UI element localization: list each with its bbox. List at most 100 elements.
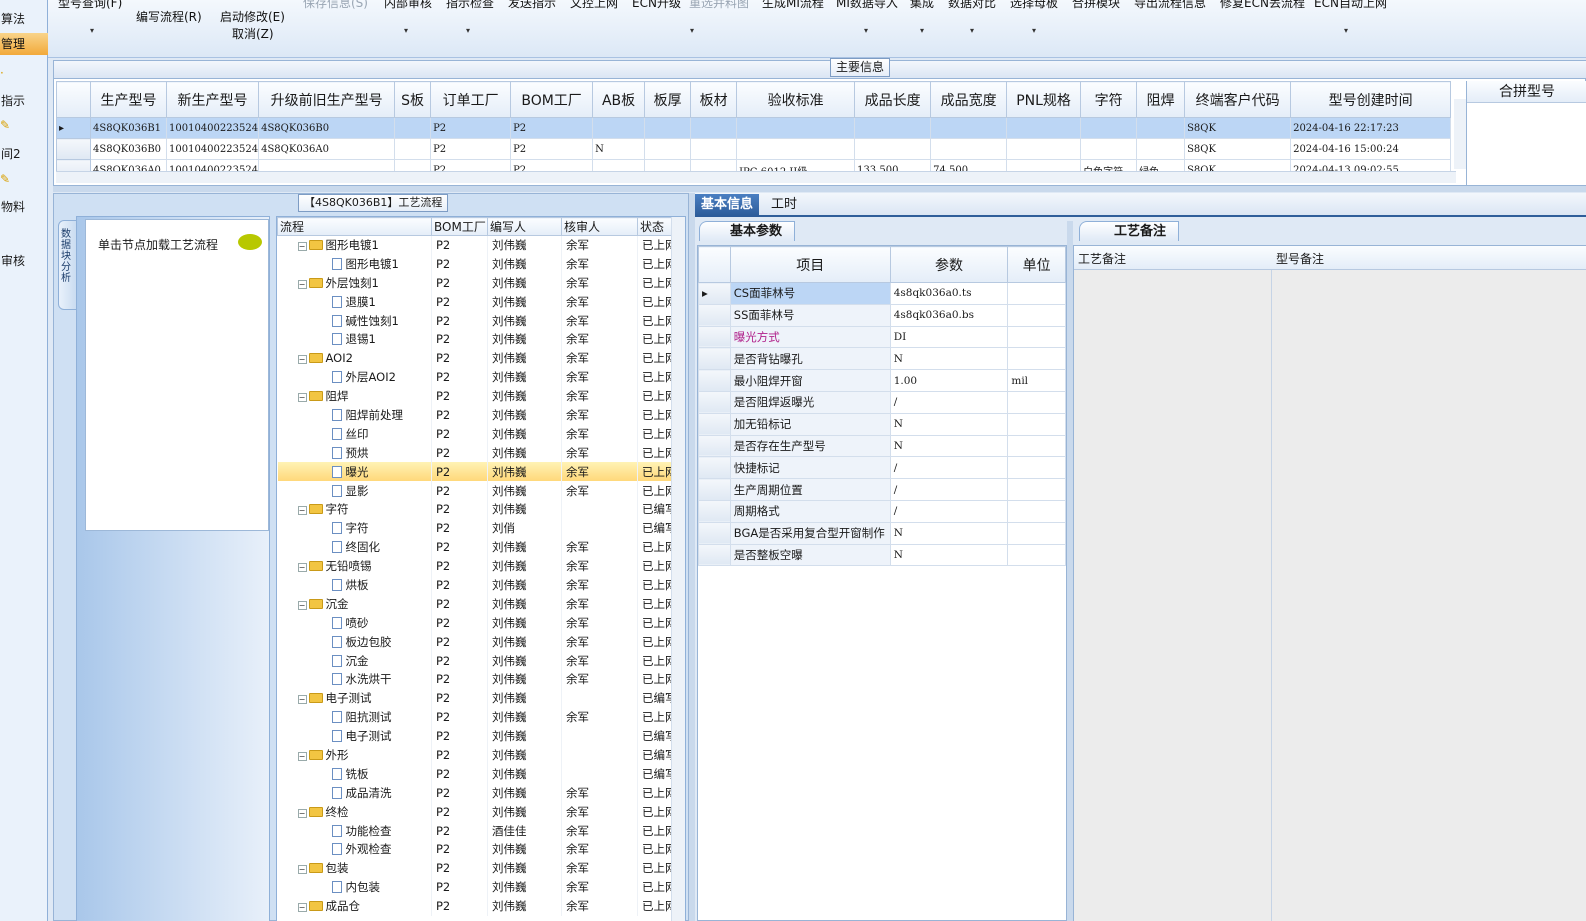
cell-bom[interactable]: P2	[431, 329, 488, 349]
save-info-button[interactable]: 保存信息(S)	[303, 0, 368, 11]
nav-item-review[interactable]: 审核	[0, 252, 48, 269]
cell-reviewer[interactable]: 余军	[561, 462, 638, 482]
dropdown-arrow-icon[interactable]: ▾	[90, 26, 94, 35]
tree-row[interactable]: 丝印 P2 刘伟巍 余军 已上网	[277, 424, 678, 444]
tree-row[interactable]: − AOI2 P2 刘伟巍 余军 已上网	[277, 348, 678, 368]
dropdown-arrow-icon[interactable]: ▾	[970, 26, 974, 35]
tree-row[interactable]: 成品清洗 P2 刘伟巍 余军 已上网	[277, 783, 678, 803]
tree-node[interactable]: 阻焊前处理	[277, 405, 432, 425]
tree-node[interactable]: − 沉金	[277, 594, 432, 614]
cell-writer[interactable]: 刘伟巍	[487, 348, 562, 368]
column-header[interactable]: 字符	[1080, 81, 1138, 118]
tree-node[interactable]: 显影	[277, 481, 432, 500]
tree-row[interactable]: 图形电镀1 P2 刘伟巍 余军 已上网	[277, 254, 678, 274]
node-load-box[interactable]: 单击节点加载工艺流程	[85, 219, 269, 531]
nav-item-time2[interactable]: 间2	[0, 145, 48, 162]
tree-row[interactable]: − 无铅喷锡 P2 刘伟巍 余军 已上网	[277, 556, 678, 576]
cell-writer[interactable]: 刘伟巍	[487, 651, 562, 670]
cell[interactable]: 10010400223524	[165, 138, 260, 160]
expand-toggle-icon[interactable]: −	[297, 903, 307, 913]
cell-writer[interactable]: 刘伟巍	[487, 254, 562, 274]
cell[interactable]: 4S8QK036B0	[90, 138, 167, 160]
column-header[interactable]: 板材	[690, 81, 738, 118]
tree-scrollbar[interactable]	[671, 217, 685, 921]
cell-bom[interactable]: P2	[431, 802, 488, 822]
cell-writer[interactable]: 刘伟巍	[487, 537, 562, 557]
nav-item-algorithm[interactable]: 算法	[0, 10, 48, 27]
cell-writer[interactable]: 刘伟巍	[487, 745, 562, 765]
cell-bom[interactable]: P2	[431, 481, 488, 500]
cell[interactable]: 4S8QK036B1	[90, 117, 167, 139]
cell[interactable]: N	[592, 138, 646, 160]
cell-reviewer[interactable]: 余军	[561, 424, 638, 444]
cell[interactable]	[736, 117, 856, 139]
cell-writer[interactable]: 刘伟巍	[487, 329, 562, 349]
tree-row[interactable]: − 沉金 P2 刘伟巍 余军 已上网	[277, 594, 678, 614]
tree-row[interactable]: − 电子测试 P2 刘伟巍 已编写	[277, 688, 678, 708]
tree-row[interactable]: 水洗烘干 P2 刘伟巍 余军 已上网	[277, 669, 678, 689]
column-header[interactable]: 成品宽度	[930, 81, 1008, 118]
param-row[interactable]: 最小阻焊开窗 1.00 mil	[698, 369, 1066, 392]
cell-reviewer[interactable]: 余军	[561, 235, 638, 255]
param-value[interactable]: N	[889, 412, 1009, 436]
tree-node[interactable]: 阻抗测试	[277, 707, 432, 727]
row-selector[interactable]	[698, 478, 731, 501]
param-row[interactable]: 加无铅标记 N	[698, 412, 1066, 436]
tree-row[interactable]: 阻焊前处理 P2 刘伟巍 余军 已上网	[277, 405, 678, 425]
cell-bom[interactable]: P2	[431, 367, 488, 387]
cell-writer[interactable]: 刘伟巍	[487, 632, 562, 652]
param-value[interactable]: 4s8qk036a0.ts	[889, 282, 1009, 305]
tree-row[interactable]: 显影 P2 刘伟巍 余军 已上网	[277, 481, 678, 500]
model-notes-area[interactable]	[1272, 270, 1586, 921]
cell-reviewer[interactable]: 余军	[561, 367, 638, 387]
tree-row[interactable]: 碱性蚀刻1 P2 刘伟巍 余军 已上网	[277, 311, 678, 330]
expand-toggle-icon[interactable]: −	[297, 393, 307, 403]
column-header[interactable]: 升级前旧生产型号	[258, 81, 396, 118]
tree-row[interactable]: − 终检 P2 刘伟巍 余军 已上网	[277, 802, 678, 822]
cell-writer[interactable]: 刘伟巍	[487, 575, 562, 595]
param-value[interactable]: N	[889, 521, 1009, 545]
dropdown-arrow-icon[interactable]: ▾	[1032, 26, 1036, 35]
dropdown-arrow-icon[interactable]: ▾	[690, 26, 694, 35]
cell-bom[interactable]: P2	[431, 292, 488, 312]
column-header[interactable]: 验收标准	[736, 81, 856, 118]
column-header[interactable]: 订单工厂	[430, 81, 512, 118]
cell-writer[interactable]: 刘伟巍	[487, 840, 562, 859]
column-header[interactable]: 生产型号	[90, 81, 167, 118]
cell-bom[interactable]: P2	[431, 537, 488, 557]
row-selector[interactable]	[698, 412, 731, 436]
tree-row[interactable]: − 外层蚀刻1 P2 刘伟巍 余军 已上网	[277, 273, 678, 293]
tree-node[interactable]: 外层AOI2	[277, 367, 432, 387]
expand-toggle-icon[interactable]: −	[297, 808, 307, 818]
cell-bom[interactable]: P2	[431, 443, 488, 463]
cell-reviewer[interactable]: 余军	[561, 632, 638, 652]
param-value[interactable]: 4s8qk036a0.bs	[889, 303, 1009, 327]
row-selector[interactable]	[698, 434, 731, 458]
tree-row[interactable]: 外层AOI2 P2 刘伟巍 余军 已上网	[277, 367, 678, 387]
cell-bom[interactable]: P2	[431, 311, 488, 330]
fix-ecn-button[interactable]: 修复ECN丢流程	[1220, 0, 1305, 11]
expand-toggle-icon[interactable]: −	[297, 242, 307, 252]
tree-row[interactable]: 退膜1 P2 刘伟巍 余军 已上网	[277, 292, 678, 312]
tree-row[interactable]: 曝光 P2 刘伟巍 余军 已上网	[277, 462, 678, 482]
tree-node[interactable]: − 外层蚀刻1	[277, 273, 432, 293]
tree-node[interactable]: 水洗烘干	[277, 669, 432, 689]
tree-node[interactable]: − 包装	[277, 858, 432, 878]
cell-reviewer[interactable]: 余军	[561, 651, 638, 670]
cell-reviewer[interactable]: 余军	[561, 292, 638, 312]
cell-bom[interactable]: P2	[431, 858, 488, 878]
cell-bom[interactable]: P2	[431, 840, 488, 859]
cell[interactable]: P2	[430, 138, 512, 160]
column-header[interactable]: 型号创建时间	[1290, 81, 1452, 118]
param-row[interactable]: SS面菲林号 4s8qk036a0.bs	[698, 303, 1066, 327]
cancel-button[interactable]: 取消(Z)	[232, 25, 274, 42]
cell-bom[interactable]: P2	[431, 613, 488, 633]
horizontal-scrollbar[interactable]	[56, 171, 1456, 183]
tree-row[interactable]: 铣板 P2 刘伟巍 已编写	[277, 764, 678, 784]
column-header[interactable]: AB板	[592, 81, 646, 118]
cell[interactable]	[854, 138, 932, 160]
column-header[interactable]: 工艺备注	[1078, 250, 1126, 267]
cell-reviewer[interactable]: 余军	[561, 858, 638, 878]
row-selector[interactable]	[698, 543, 731, 567]
row-selector-icon[interactable]: ▸	[698, 282, 731, 305]
